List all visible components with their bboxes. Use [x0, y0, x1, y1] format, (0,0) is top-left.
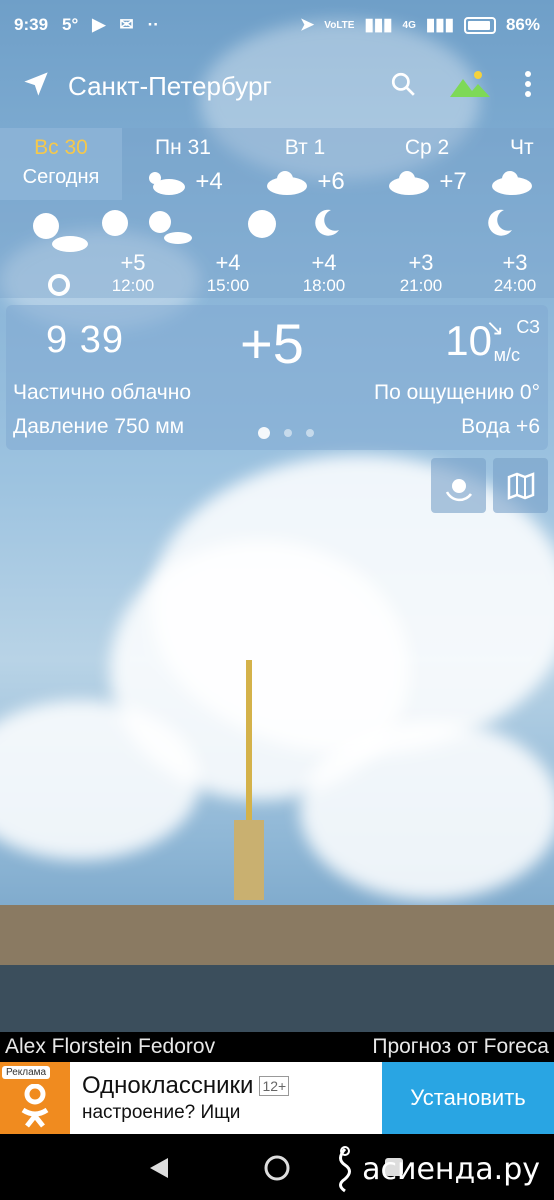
- signal-icon: ▮▮▮: [364, 15, 393, 34]
- status-time: 9:39: [14, 15, 49, 34]
- hour-temp: +4: [311, 250, 337, 275]
- location-icon: ➤: [300, 15, 315, 34]
- hour-time: 15:00: [206, 276, 250, 295]
- search-icon[interactable]: [390, 71, 416, 102]
- day-sub: Сегодня: [22, 166, 100, 188]
- sun-cloud-icon: [33, 213, 88, 252]
- weather-radar-button[interactable]: [431, 458, 486, 513]
- cloud-icon: [389, 171, 430, 195]
- status-bar: 9:39 5° ▶ ✉ ·· ➤ VoLTE ▮▮▮ 4G ▮▮▮ 86%: [0, 0, 554, 50]
- condition-text: Частично облачно: [13, 381, 192, 404]
- partly-cloudy-icon: [149, 172, 186, 195]
- day-tab-today[interactable]: Вс 30 Сегодня: [0, 128, 122, 200]
- current-time: 9 39: [46, 319, 124, 361]
- ad-subtitle: настроение? Ищи: [82, 1102, 241, 1123]
- sun-orbit-icon: [445, 478, 472, 501]
- fortress-wall: [0, 905, 554, 965]
- feels-like-text: По ощущению 0°: [373, 381, 540, 404]
- battery-icon: [463, 16, 496, 34]
- hourly-forecast-row: +5 12:00 +4 15:00 +4 18:00 +3 21:00 +3 2…: [0, 200, 554, 298]
- day-name: Ср 2: [404, 136, 450, 159]
- hour-temp: +4: [215, 250, 241, 275]
- watermark-logo-icon: [339, 1146, 352, 1193]
- day-temp: +6: [317, 168, 345, 195]
- city-name[interactable]: Санкт-Петербург: [68, 71, 272, 102]
- day-tab[interactable]: Вт 1 +6: [244, 128, 366, 200]
- day-temp: +4: [195, 168, 223, 195]
- page-dot: [284, 429, 292, 437]
- ad-label: Реклама: [2, 1066, 51, 1079]
- day-tab[interactable]: Чт: [488, 128, 554, 200]
- moon-icon: [488, 209, 512, 236]
- status-temp: 5°: [62, 15, 79, 34]
- more-notifications-icon: ··: [147, 15, 159, 34]
- day-name: Вт 1: [284, 136, 326, 159]
- page-dot-active: [258, 427, 270, 439]
- day-temp: +7: [439, 168, 467, 195]
- navigation-arrow-icon[interactable]: [22, 70, 50, 103]
- wind-unit: м/с: [493, 345, 520, 365]
- battery-level: 86%: [505, 15, 540, 34]
- ad-title: Одноклассники: [82, 1072, 254, 1099]
- hour-temp: +5: [120, 250, 146, 275]
- hour-temp: +3: [502, 250, 528, 275]
- credits-bar: Alex Florstein Fedorov Прогноз от Foreca: [0, 1032, 554, 1062]
- play-icon: ▶: [92, 15, 106, 34]
- notification-icon: ✉: [119, 15, 134, 34]
- current-weather-card[interactable]: 9 39 +5 10 ↘ СЗ м/с Частично облачно По …: [6, 305, 548, 450]
- hour-time: 21:00: [399, 276, 443, 295]
- day-name: Вс 30: [34, 136, 88, 159]
- current-temp: +5: [240, 312, 304, 375]
- day-tab[interactable]: Ср 2 +7: [366, 128, 488, 200]
- network-type: 4G: [402, 19, 416, 31]
- watermark-text: асиенда.ру: [362, 1151, 540, 1187]
- sun-icon: [102, 210, 128, 236]
- cloud-icon: [267, 171, 308, 195]
- watermark: асиенда.ру: [332, 1145, 540, 1193]
- home-icon[interactable]: [263, 1154, 291, 1182]
- signal-icon-2: ▮▮▮: [425, 15, 454, 34]
- sun-cloud-icon: [149, 211, 192, 244]
- day-tab[interactable]: Пн 31 +4: [122, 128, 244, 200]
- moon-icon: [315, 209, 339, 236]
- bell-tower: [234, 820, 264, 900]
- river: [0, 965, 554, 1032]
- map-icon: [507, 471, 534, 500]
- hour-time: 24:00: [493, 276, 537, 295]
- ad-age-rating: 12+: [259, 1076, 290, 1096]
- hour-time: 18:00: [302, 276, 346, 295]
- forecast-source[interactable]: Прогноз от Foreca: [372, 1035, 549, 1059]
- map-button[interactable]: [493, 458, 548, 513]
- current-position-icon: [48, 274, 70, 296]
- back-icon[interactable]: [148, 1156, 170, 1180]
- hour-time: 12:00: [111, 276, 155, 295]
- cloud-icon: [492, 171, 532, 195]
- wind-arrow-icon: ↘: [485, 315, 504, 340]
- hour-temp: +3: [408, 250, 434, 275]
- page-indicator: [258, 427, 314, 439]
- day-name: Чт: [510, 136, 534, 159]
- more-vert-icon[interactable]: [524, 70, 532, 103]
- background-picker-icon[interactable]: [450, 69, 490, 104]
- install-button[interactable]: Установить: [382, 1062, 554, 1134]
- day-name: Пн 31: [155, 136, 211, 159]
- sun-icon: [248, 210, 276, 238]
- ad-app-logo[interactable]: Реклама: [0, 1062, 70, 1134]
- pressure-text: Давление 750 мм: [13, 415, 185, 438]
- wind-direction: СЗ: [516, 317, 540, 337]
- volte-icon: VoLTE: [324, 19, 355, 31]
- top-app-bar: Санкт-Петербург: [0, 62, 554, 110]
- ok-logo-icon: [21, 1084, 49, 1128]
- daily-forecast-row: Вс 30 Сегодня Пн 31 +4 Вт 1 +6 Ср 2 +7 Ч…: [0, 128, 554, 200]
- ad-banner[interactable]: Реклама Одноклассники 12+ настроение? Ищи…: [0, 1062, 554, 1134]
- photo-author[interactable]: Alex Florstein Fedorov: [5, 1035, 215, 1059]
- page-dot: [306, 429, 314, 437]
- water-temp-text: Вода +6: [461, 415, 540, 438]
